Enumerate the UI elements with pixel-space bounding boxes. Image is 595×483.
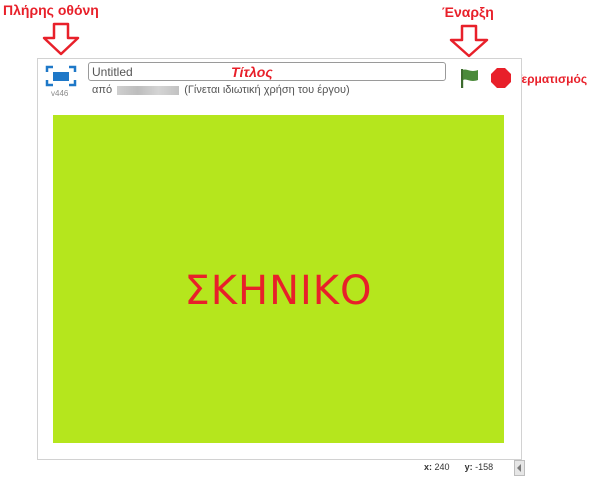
fullscreen-button[interactable] [44,64,78,88]
stage-label: ΣΚΗΝΙΚΟ [184,268,373,314]
annotation-start: Έναρξη [442,4,494,20]
mouse-coordinates: x: 240 y: -158 [424,462,493,472]
fullscreen-icon [45,65,77,87]
scroll-left-icon [517,464,521,472]
x-label: x: [424,462,433,472]
scroll-handle[interactable] [514,460,525,476]
x-value: 240 [434,462,450,472]
annotation-stop: Τερματισμός [515,72,588,86]
author-name-redacted [117,85,180,95]
stop-button[interactable] [490,67,512,89]
green-flag-icon [461,69,478,88]
green-flag-button[interactable] [458,66,482,90]
annotation-fullscreen: Πλήρης οθόνη [3,2,99,18]
version-label: v446 [51,89,69,98]
sharing-note: (Γίνεται ιδιωτική χρήση του έργου) [184,84,350,96]
down-arrow-icon [449,24,489,58]
stage[interactable]: ΣΚΗΝΙΚΟ [53,115,504,443]
y-label: y: [464,462,473,472]
project-byline: από (Γίνεται ιδιωτική χρήση του έργου) [92,84,350,96]
annotation-title: Τίτλος [231,64,273,80]
down-arrow-icon [42,22,80,56]
stop-sign-icon [491,68,511,88]
y-value: -158 [475,462,494,472]
by-prefix: από [92,84,113,96]
